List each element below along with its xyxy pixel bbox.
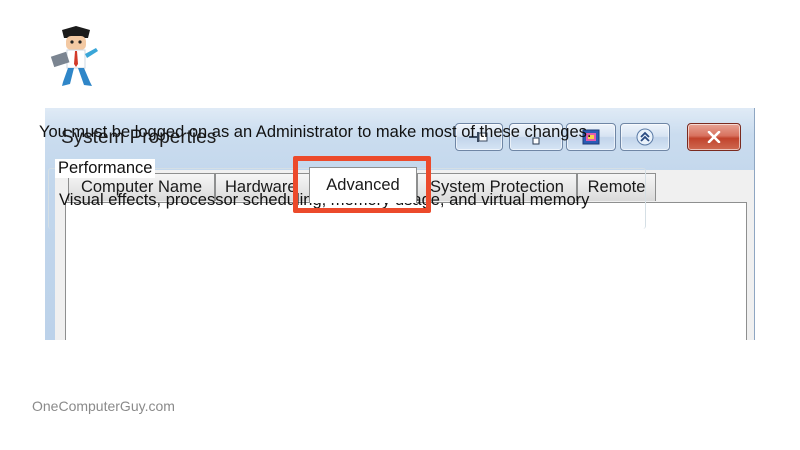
- collapse-button[interactable]: [620, 123, 670, 151]
- collapse-icon: [636, 128, 654, 146]
- close-icon: [707, 131, 721, 143]
- admin-notice: You must be logged on as an Administrato…: [39, 123, 592, 141]
- performance-group-title: Performance: [55, 159, 156, 178]
- tab-advanced[interactable]: Advanced: [309, 167, 417, 203]
- close-button[interactable]: [687, 123, 741, 151]
- watermark: OneComputerGuy.com: [32, 398, 175, 414]
- site-logo: [46, 24, 106, 90]
